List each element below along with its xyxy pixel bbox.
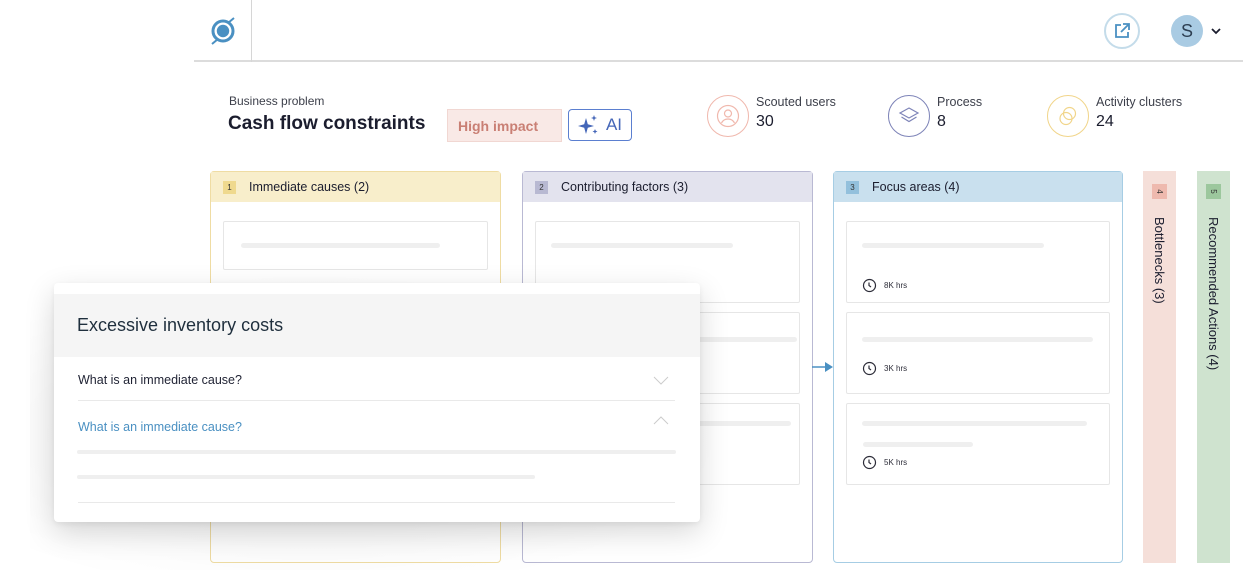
chevron-up-icon[interactable] (653, 415, 669, 425)
stat-icon-circle (888, 95, 930, 137)
column-number: 5 (1206, 184, 1221, 199)
skeleton-line (241, 243, 440, 248)
focus-card[interactable]: 8K hrs (846, 221, 1110, 303)
top-bar: S (194, 0, 1243, 62)
stat-value: 24 (1096, 113, 1114, 130)
ai-label: AI (605, 115, 623, 134)
skeleton-line (862, 337, 1093, 342)
time-estimate: 3K hrs (862, 361, 907, 376)
chevron-down-icon[interactable] (1209, 24, 1223, 38)
column-number: 1 (223, 180, 236, 194)
open-external-button[interactable] (1104, 13, 1140, 49)
clock-icon (862, 361, 877, 376)
stat-value: 30 (756, 113, 774, 130)
column-bottlenecks[interactable]: 4 Bottlenecks (3) (1143, 171, 1176, 563)
question-row-expanded[interactable]: What is an immediate cause? (77, 401, 676, 503)
clusters-icon (1059, 106, 1077, 126)
detail-panel: Excessive inventory costs What is an imm… (54, 283, 700, 522)
question-text[interactable]: What is an immediate cause? (78, 420, 242, 434)
skeleton-line (862, 421, 1087, 426)
column-recommended-actions[interactable]: 5 Recommended Actions (4) (1197, 171, 1230, 563)
stat-icon-circle (1047, 95, 1089, 137)
question-text[interactable]: What is an immediate cause? (78, 373, 242, 387)
user-icon (716, 104, 740, 128)
skeleton-line (551, 243, 733, 248)
layers-icon (898, 107, 920, 123)
time-value: 8K hrs (884, 281, 908, 290)
time-value: 5K hrs (884, 458, 908, 467)
business-problem-label: Business problem (229, 94, 325, 108)
skeleton-line (862, 243, 1044, 248)
column-title: Focus areas (4) (872, 180, 960, 194)
stat-scouted-users: Scouted users 30 (707, 95, 836, 137)
skeleton-line (77, 450, 676, 454)
sparkles-icon (577, 115, 598, 134)
stat-process: Process 8 (888, 95, 982, 137)
chevron-down-icon[interactable] (653, 376, 669, 386)
column-number: 3 (846, 180, 859, 194)
column-number: 2 (535, 180, 548, 194)
column-number: 4 (1152, 184, 1167, 199)
column-title: Contributing factors (3) (561, 180, 689, 194)
focus-card[interactable]: 3K hrs (846, 312, 1110, 394)
panel-title: Excessive inventory costs (54, 294, 700, 357)
column-header[interactable]: 1 Immediate causes (2) (211, 172, 500, 202)
stat-label: Activity clusters (1096, 95, 1183, 109)
stat-activity-clusters: Activity clusters 24 (1047, 95, 1182, 137)
skeleton-line (77, 475, 535, 479)
orbit-logo-icon (210, 17, 235, 45)
stat-icon-circle (707, 95, 749, 137)
ai-button[interactable]: AI (568, 109, 632, 141)
question-row-collapsed[interactable]: What is an immediate cause? (78, 357, 675, 401)
clock-icon (862, 278, 877, 293)
time-estimate: 5K hrs (862, 455, 907, 470)
stat-value: 8 (937, 113, 946, 130)
column-header[interactable]: 2 Contributing factors (3) (523, 172, 812, 202)
user-avatar[interactable]: S (1171, 15, 1203, 47)
logo[interactable] (194, 0, 252, 62)
business-problem-title: Cash flow constraints (228, 113, 426, 134)
column-title: Bottlenecks (3) (1152, 217, 1167, 304)
focus-card[interactable]: 5K hrs (846, 403, 1110, 485)
open-external-icon (1115, 23, 1130, 38)
column-title: Recommended Actions (4) (1206, 217, 1221, 371)
column-header[interactable]: 3 Focus areas (4) (834, 172, 1122, 202)
skeleton-line (863, 442, 973, 447)
impact-badge: High impact (447, 109, 562, 142)
stat-label: Scouted users (756, 95, 836, 109)
cause-card[interactable] (223, 221, 488, 270)
flow-arrow-icon (812, 362, 833, 372)
column-focus-areas: 3 Focus areas (4) 8K hrs 3K hrs 5K hrs (833, 171, 1123, 563)
clock-icon (862, 455, 877, 470)
time-value: 3K hrs (884, 364, 908, 373)
column-title: Immediate causes (2) (249, 180, 370, 194)
stat-label: Process (937, 95, 983, 109)
time-estimate: 8K hrs (862, 278, 907, 293)
